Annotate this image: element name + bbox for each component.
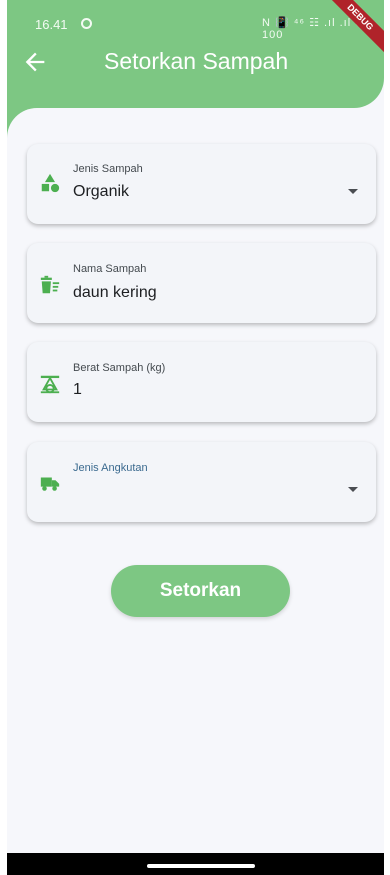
scale-icon [40,375,60,394]
home-gesture-handle[interactable] [147,864,255,868]
category-shapes-icon [41,173,60,193]
berat-sampah-label: Berat Sampah (kg) [73,362,166,374]
alarm-icon [81,18,92,29]
status-time: 16.41 [35,17,68,32]
jenis-sampah-value: Organik [73,183,130,200]
arrow-left-icon [25,52,45,72]
status-bar: 16.41 N 📳 ⁴⁶ ☷ .ıl .ıl O 100 [7,0,384,41]
jenis-angkutan-dropdown[interactable]: Jenis Angkutan [27,442,376,522]
system-nav-bar [7,853,384,875]
jenis-sampah-dropdown[interactable]: Jenis Sampah Organik [27,144,376,224]
jenis-sampah-label: Jenis Sampah [73,163,143,175]
nama-sampah-field[interactable]: Nama Sampah daun kering [27,243,376,323]
nama-sampah-input[interactable]: daun kering [73,284,157,302]
jenis-angkutan-label: Jenis Angkutan [73,462,148,474]
app-bar: 16.41 N 📳 ⁴⁶ ☷ .ıl .ıl O 100 DEBUG Setor… [7,0,384,108]
nama-sampah-label: Nama Sampah [73,263,147,275]
dropdown-arrow-icon [348,189,358,194]
berat-sampah-field[interactable]: Berat Sampah (kg) 1 [27,342,376,422]
setorkan-button[interactable]: Setorkan [111,565,290,617]
berat-sampah-input[interactable]: 1 [73,381,82,399]
back-button[interactable] [21,48,49,76]
dropdown-arrow-icon [348,487,358,492]
page-title: Setorkan Sampah [104,48,289,74]
trash-list-icon [40,275,60,294]
app-screen: 16.41 N 📳 ⁴⁶ ☷ .ıl .ıl O 100 DEBUG Setor… [7,0,384,853]
truck-icon [40,477,60,491]
